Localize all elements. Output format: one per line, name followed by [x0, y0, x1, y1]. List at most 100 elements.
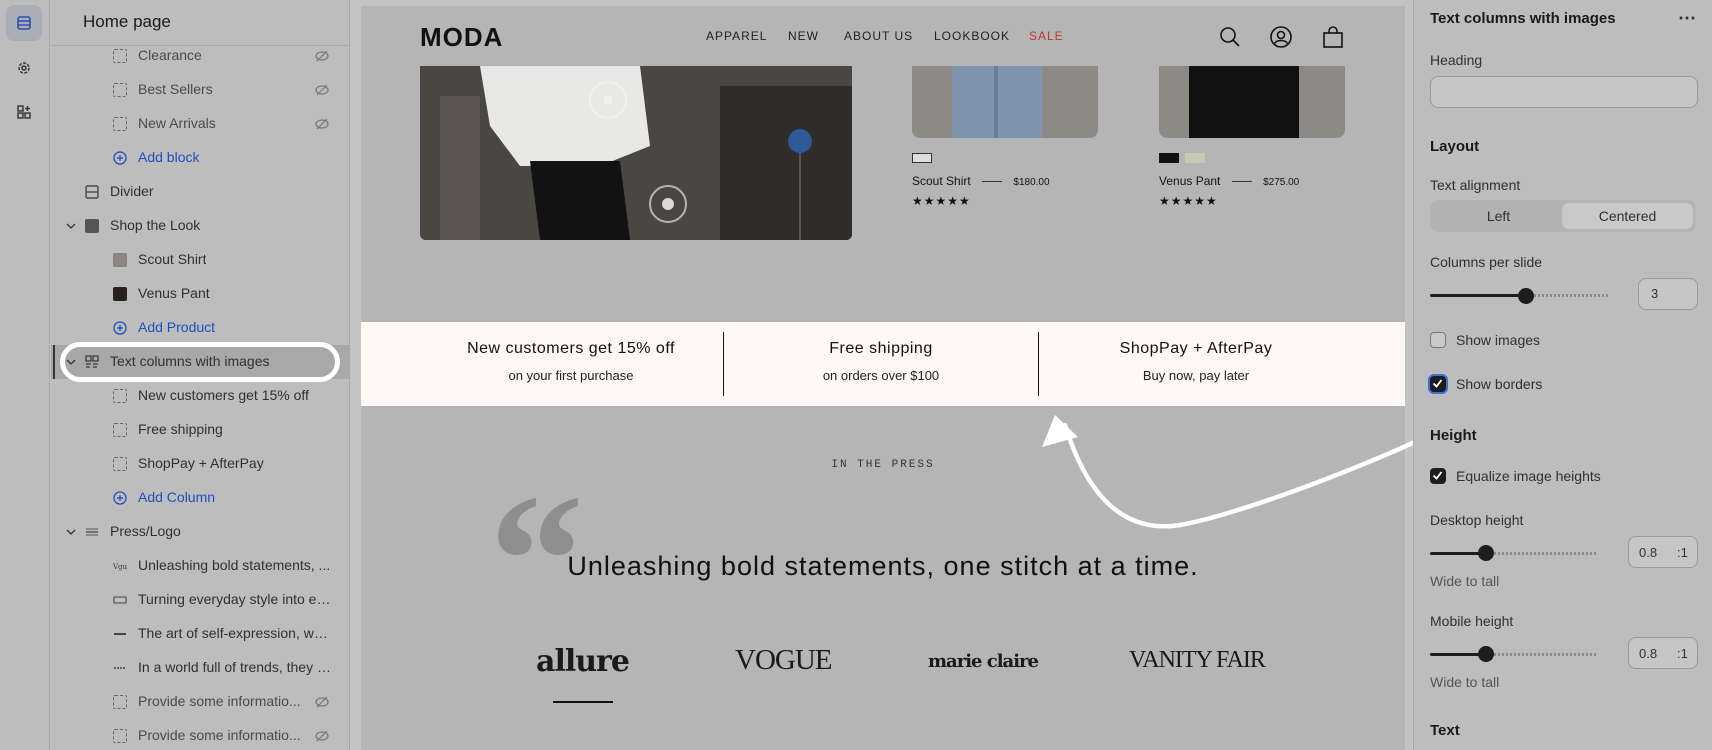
image-thumbnail — [85, 219, 99, 233]
show-images-checkbox[interactable] — [1430, 332, 1446, 348]
block-icon — [113, 729, 127, 743]
add-product-button[interactable]: Add Product — [51, 311, 349, 345]
tree-item-label: New customers get 15% off — [138, 387, 309, 403]
divider — [982, 181, 1003, 183]
account-icon[interactable] — [1269, 25, 1293, 49]
desktop-height-unit: :1 — [1677, 545, 1688, 560]
column-title: ShopPay + AfterPay — [1119, 340, 1273, 357]
desktop-slider-track[interactable] — [1486, 552, 1598, 555]
tree-item-venus-pant[interactable]: Venus Pant — [51, 277, 349, 311]
add-column-button[interactable]: Add Column — [51, 481, 349, 515]
desktop-height-input[interactable]: 0.8 :1 — [1628, 536, 1698, 568]
product-name: Scout Shirt — [912, 174, 971, 188]
highlight-circle — [60, 342, 340, 382]
text-column-1[interactable]: New customers get 15% off on your first … — [421, 322, 721, 406]
show-images-label: Show images — [1456, 332, 1541, 348]
text-columns-section[interactable]: New customers get 15% off on your first … — [361, 322, 1405, 406]
eye-hidden-icon[interactable] — [315, 84, 329, 96]
layout-heading: Layout — [1430, 138, 1480, 155]
star-rating: ★★★★★ — [1159, 194, 1218, 208]
tree-section-divider[interactable]: Divider — [51, 175, 349, 209]
plus-circle-icon — [113, 321, 127, 335]
store-preview: Scout Shirt $180.00 ★★★★★ Venus Pant $27… — [361, 6, 1405, 750]
press-logo-vanity-fair[interactable]: VANITY FAIR — [1129, 647, 1266, 674]
tree-item-press-3[interactable]: The art of self-expression, wo... — [51, 617, 349, 651]
columns-slider-track[interactable] — [1526, 294, 1608, 297]
tree-section-press-logo[interactable]: Press/Logo — [51, 515, 349, 549]
equalize-label: Equalize image heights — [1456, 468, 1601, 484]
block-icon — [113, 117, 127, 131]
desktop-slider-handle[interactable] — [1478, 545, 1494, 561]
product-name: Venus Pant — [1159, 174, 1221, 188]
store-logo[interactable]: MODA — [420, 22, 503, 53]
nav-apparel[interactable]: APPAREL — [706, 29, 767, 43]
tree-item-press-2[interactable]: Turning everyday style into ex... — [51, 583, 349, 617]
active-logo-indicator — [553, 701, 613, 703]
more-options-icon[interactable]: ⋯ — [1678, 8, 1697, 29]
eye-hidden-icon[interactable] — [315, 118, 329, 130]
columns-slider-handle[interactable] — [1518, 288, 1534, 304]
swatch-cream[interactable] — [1185, 153, 1205, 163]
tree-item-press-6[interactable]: Provide some informatio... — [51, 719, 349, 750]
tree-item-press-5[interactable]: Provide some informatio... — [51, 685, 349, 719]
logo-thumbnail — [113, 596, 127, 604]
eye-hidden-icon[interactable] — [315, 696, 329, 708]
apps-icon[interactable] — [6, 94, 42, 130]
sections-icon[interactable] — [6, 5, 42, 41]
eye-hidden-icon[interactable] — [315, 50, 329, 62]
align-left-option[interactable]: Left — [1433, 203, 1564, 229]
gear-icon[interactable] — [6, 50, 42, 86]
store-header: MODA APPAREL NEW ABOUT US LOOKBOOK SALE — [361, 6, 1405, 66]
equalize-checkbox[interactable] — [1430, 468, 1446, 484]
search-icon[interactable] — [1218, 25, 1242, 49]
align-centered-option[interactable]: Centered — [1562, 203, 1693, 229]
tree-item-column-1[interactable]: New customers get 15% off — [51, 379, 349, 413]
desktop-height-value: 0.8 — [1639, 545, 1658, 560]
mobile-height-input[interactable]: 0.8 :1 — [1628, 637, 1698, 669]
press-logo-vogue[interactable]: VOGUE — [735, 644, 832, 677]
nav-new[interactable]: NEW — [788, 29, 819, 43]
mobile-height-hint: Wide to tall — [1430, 674, 1500, 690]
nav-about-us[interactable]: ABOUT US — [844, 29, 913, 43]
tree-item-press-4[interactable]: In a world full of trends, they d... — [51, 651, 349, 685]
divider-icon — [85, 185, 99, 199]
icon-rail — [0, 0, 50, 750]
chevron-down-icon[interactable] — [65, 526, 77, 538]
column-subtitle: on your first purchase — [508, 368, 634, 383]
press-logo-allure[interactable]: allure — [536, 644, 630, 679]
chevron-down-icon[interactable] — [65, 220, 77, 232]
press-logo-marie-claire[interactable]: marie claire — [928, 651, 1039, 672]
add-block-button[interactable]: Add block — [51, 141, 349, 175]
nav-lookbook[interactable]: LOOKBOOK — [934, 29, 1010, 43]
swatch-white[interactable] — [912, 153, 932, 163]
eye-hidden-icon[interactable] — [315, 730, 329, 742]
product-image-venus-pant[interactable] — [1159, 66, 1345, 138]
tree-item-scout-shirt[interactable]: Scout Shirt — [51, 243, 349, 277]
heading-input[interactable] — [1430, 76, 1698, 108]
nav-sale[interactable]: SALE — [1029, 29, 1064, 43]
logo-list-icon — [86, 528, 98, 536]
tree-item-new-arrivals[interactable]: New Arrivals — [51, 107, 349, 141]
text-column-2[interactable]: Free shipping on orders over $100 — [724, 322, 1038, 406]
mobile-slider-track[interactable] — [1486, 653, 1598, 656]
tree-item-label: The art of self-expression, wo... — [138, 625, 333, 641]
product-image-scout-shirt[interactable] — [912, 66, 1098, 138]
mobile-slider-handle[interactable] — [1478, 646, 1494, 662]
product-card-scout[interactable]: Scout Shirt $180.00 — [912, 174, 1050, 188]
hero-image[interactable] — [420, 66, 852, 240]
tree-item-label: Clearance — [138, 47, 202, 63]
tree-item-press-1[interactable]: Vgue Unleashing bold statements, ... — [51, 549, 349, 583]
columns-per-slide-input[interactable]: 3 — [1638, 278, 1698, 310]
show-borders-checkbox[interactable] — [1430, 376, 1446, 392]
tree-item-clearance[interactable]: Clearance — [51, 39, 349, 73]
tree-item-column-3[interactable]: ShopPay + AfterPay — [51, 447, 349, 481]
tree-item-label: New Arrivals — [138, 115, 216, 131]
tree-section-shop-the-look[interactable]: Shop the Look — [51, 209, 349, 243]
product-card-venus[interactable]: Venus Pant $275.00 — [1159, 174, 1299, 188]
tree-item-column-2[interactable]: Free shipping — [51, 413, 349, 447]
bag-icon[interactable] — [1321, 25, 1345, 49]
press-quote: Unleashing bold statements, one stitch a… — [567, 551, 1199, 581]
text-column-3[interactable]: ShopPay + AfterPay Buy now, pay later — [1039, 322, 1353, 406]
swatch-black[interactable] — [1159, 153, 1179, 163]
tree-item-best-sellers[interactable]: Best Sellers — [51, 73, 349, 107]
